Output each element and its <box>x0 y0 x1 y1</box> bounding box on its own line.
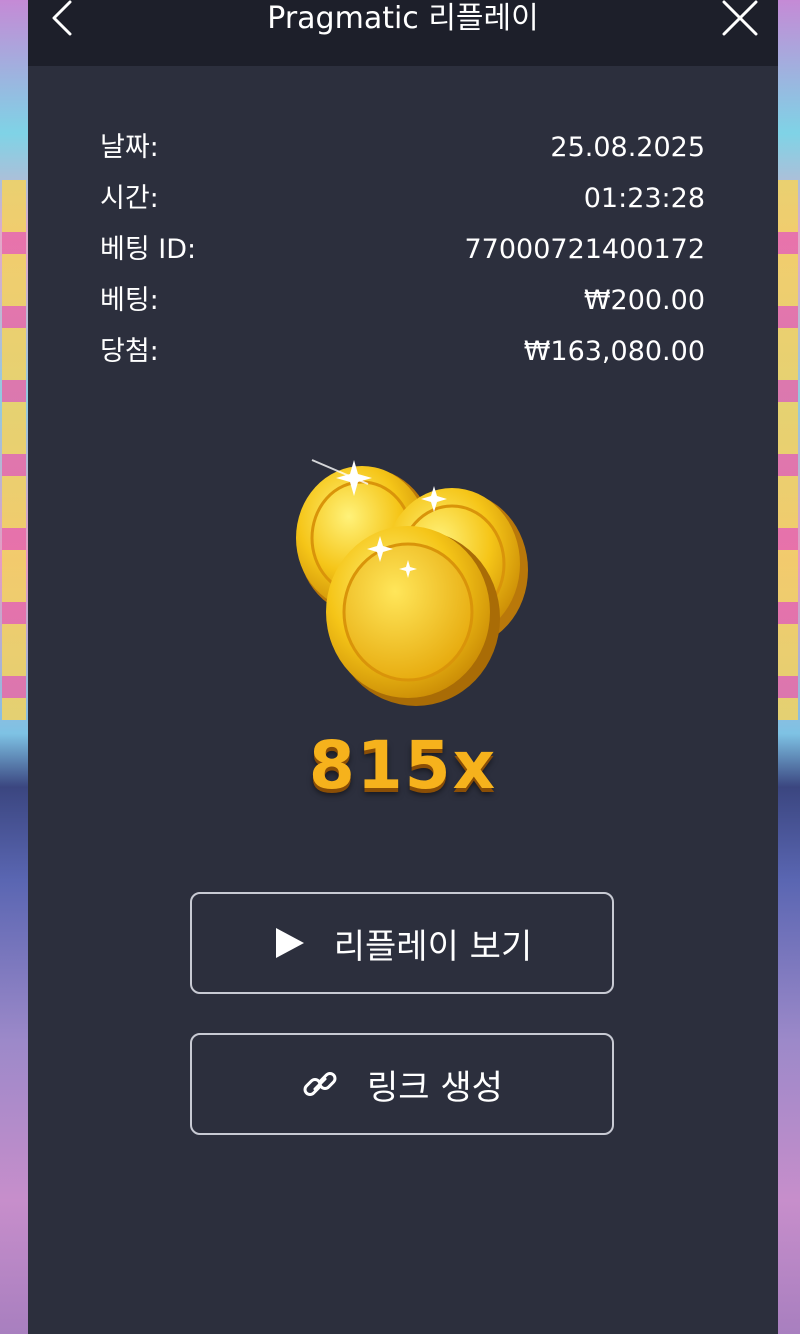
create-link-label: 링크 생성 <box>367 1067 503 1108</box>
detail-value: 25.08.2025 <box>550 132 705 163</box>
replay-view-label: 리플레이 보기 <box>333 926 533 967</box>
detail-value: 77000721400172 <box>464 234 706 265</box>
detail-row-win: 당첨: ₩163,080.00 <box>100 330 705 381</box>
detail-row-bet: 베팅: ₩200.00 <box>100 279 705 330</box>
close-icon[interactable] <box>720 0 760 40</box>
replay-panel: Pragmatic 리플레이 날짜: 25.08.2025 시간: 01:23:… <box>28 0 778 1334</box>
replay-view-button[interactable]: 리플레이 보기 <box>190 892 614 994</box>
detail-label: 날짜: <box>100 132 159 163</box>
bet-details: 날짜: 25.08.2025 시간: 01:23:28 베팅 ID: 77000… <box>100 126 705 381</box>
page-title: Pragmatic 리플레이 <box>267 1 539 36</box>
win-multiplier: 815x <box>308 727 498 804</box>
detail-value: ₩200.00 <box>583 285 705 316</box>
detail-row-date: 날짜: 25.08.2025 <box>100 126 705 177</box>
detail-row-time: 시간: 01:23:28 <box>100 177 705 228</box>
create-link-button[interactable]: 링크 생성 <box>190 1033 614 1135</box>
detail-label: 베팅: <box>100 285 159 316</box>
game-background-left-edge <box>2 180 26 720</box>
link-icon <box>303 1072 337 1096</box>
detail-value: 01:23:28 <box>583 183 705 214</box>
gold-coins-icon <box>296 459 528 706</box>
play-icon <box>275 928 304 958</box>
header: Pragmatic 리플레이 <box>28 0 778 66</box>
detail-row-bet-id: 베팅 ID: 77000721400172 <box>100 228 705 279</box>
detail-label: 베팅 ID: <box>100 234 197 265</box>
detail-value: ₩163,080.00 <box>523 336 705 367</box>
detail-label: 당첨: <box>100 336 159 367</box>
detail-label: 시간: <box>100 183 159 214</box>
